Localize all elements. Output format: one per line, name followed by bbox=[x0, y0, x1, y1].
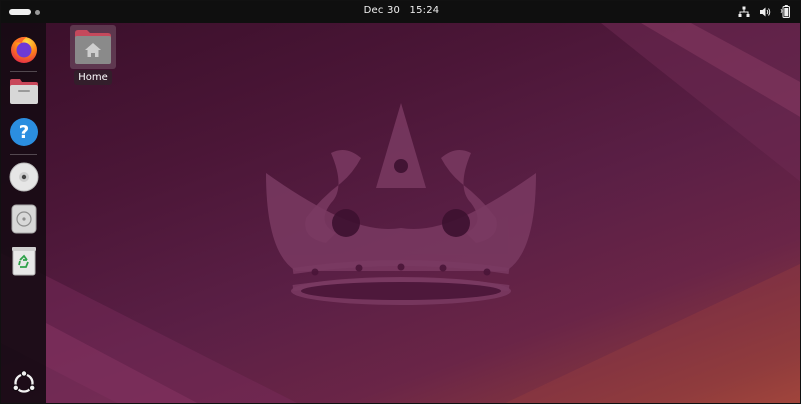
desktop-background[interactable] bbox=[1, 23, 800, 403]
dock-item-firefox[interactable] bbox=[6, 31, 41, 66]
clock-button[interactable]: Dec 30 15:24 bbox=[1, 5, 800, 16]
network-icon[interactable] bbox=[738, 5, 750, 18]
system-tray[interactable] bbox=[738, 5, 792, 18]
disk-icon bbox=[11, 204, 36, 233]
wallpaper-crown-artwork bbox=[1, 23, 800, 403]
desktop-icon-label: Home bbox=[74, 70, 112, 85]
home-folder-icon bbox=[75, 30, 111, 64]
dock-item-cd[interactable] bbox=[6, 159, 41, 194]
files-icon bbox=[9, 78, 38, 104]
battery-icon[interactable] bbox=[780, 5, 792, 18]
dock-item-disk[interactable] bbox=[6, 201, 41, 236]
desktop-icon-selection bbox=[70, 25, 116, 69]
screen: Dec 30 15:24 ? Home bbox=[0, 0, 801, 404]
clock-time: 15:24 bbox=[409, 5, 440, 16]
dock: ? bbox=[1, 23, 46, 403]
trash-icon bbox=[11, 246, 36, 275]
show-apps-button[interactable] bbox=[6, 365, 41, 400]
top-panel: Dec 30 15:24 bbox=[1, 1, 800, 23]
dock-separator bbox=[10, 154, 37, 155]
volume-icon[interactable] bbox=[759, 5, 771, 18]
dock-separator bbox=[10, 71, 37, 72]
desktop-icon-home[interactable]: Home bbox=[70, 25, 116, 87]
dock-item-trash[interactable] bbox=[6, 243, 41, 278]
help-icon: ? bbox=[9, 117, 38, 146]
cd-icon bbox=[9, 162, 38, 191]
dock-item-help[interactable]: ? bbox=[6, 114, 41, 149]
dock-item-files[interactable] bbox=[6, 73, 41, 108]
svg-text:?: ? bbox=[18, 122, 28, 143]
ubuntu-logo-icon bbox=[11, 369, 36, 393]
firefox-icon bbox=[10, 36, 37, 63]
clock-date: Dec 30 bbox=[363, 5, 401, 16]
